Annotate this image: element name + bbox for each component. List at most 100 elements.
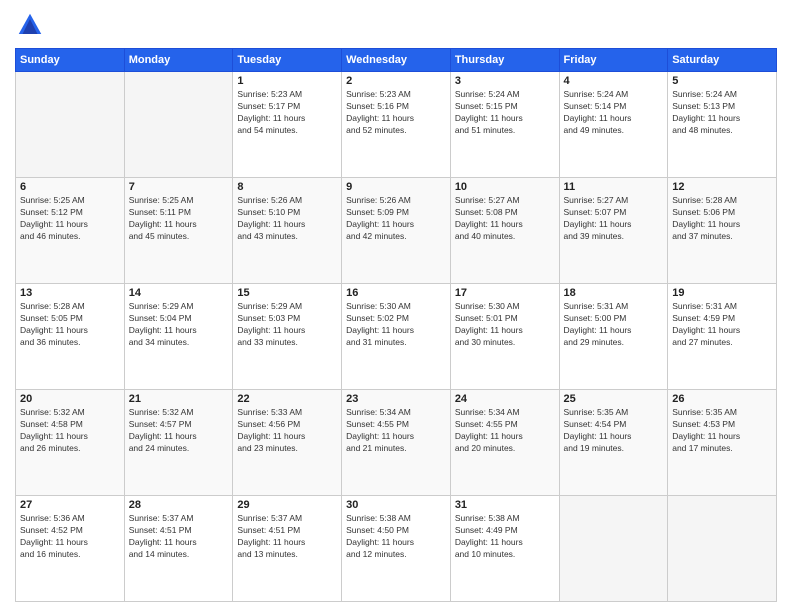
calendar-cell: 31 Sunrise: 5:38 AM Sunset: 4:49 PM Dayli… (450, 496, 559, 602)
page: SundayMondayTuesdayWednesdayThursdayFrid… (0, 0, 792, 612)
calendar-cell: 12 Sunrise: 5:28 AM Sunset: 5:06 PM Dayli… (668, 178, 777, 284)
weekday-header: Sunday (16, 49, 125, 72)
calendar-cell: 11 Sunrise: 5:27 AM Sunset: 5:07 PM Dayli… (559, 178, 668, 284)
calendar-week: 27 Sunrise: 5:36 AM Sunset: 4:52 PM Dayli… (16, 496, 777, 602)
calendar-week: 6Sunrise: 5:25 AM Sunset: 5:12 PM Daylig… (16, 178, 777, 284)
calendar-cell: 13 Sunrise: 5:28 AM Sunset: 5:05 PM Dayli… (16, 284, 125, 390)
day-number: 16 (346, 287, 446, 299)
day-number: 14 (129, 287, 229, 299)
day-number: 15 (237, 287, 337, 299)
calendar-cell: 27 Sunrise: 5:36 AM Sunset: 4:52 PM Dayli… (16, 496, 125, 602)
day-info: Sunrise: 5:25 AM Sunset: 5:11 PM Dayligh… (129, 195, 229, 243)
day-number: 11 (564, 181, 664, 193)
calendar-cell: 7 Sunrise: 5:25 AM Sunset: 5:11 PM Daylig… (124, 178, 233, 284)
calendar-cell: 8 Sunrise: 5:26 AM Sunset: 5:10 PM Daylig… (233, 178, 342, 284)
day-number: 18 (564, 287, 664, 299)
logo (15, 10, 49, 40)
weekday-header: Thursday (450, 49, 559, 72)
weekday-header: Wednesday (342, 49, 451, 72)
calendar-cell: 17 Sunrise: 5:30 AM Sunset: 5:01 PM Dayli… (450, 284, 559, 390)
logo-icon (15, 10, 45, 40)
calendar-cell: 18 Sunrise: 5:31 AM Sunset: 5:00 PM Dayli… (559, 284, 668, 390)
calendar-cell: 24Sunrise: 5:34 AM Sunset: 4:55 PM Dayli… (450, 390, 559, 496)
calendar-cell: 4 Sunrise: 5:24 AM Sunset: 5:14 PM Daylig… (559, 72, 668, 178)
day-info: Sunrise: 5:34 AM Sunset: 4:55 PM Dayligh… (346, 407, 446, 455)
header-row: SundayMondayTuesdayWednesdayThursdayFrid… (16, 49, 777, 72)
day-number: 21 (129, 393, 229, 405)
weekday-header: Friday (559, 49, 668, 72)
day-info: Sunrise: 5:24 AM Sunset: 5:15 PM Dayligh… (455, 89, 555, 137)
day-number: 10 (455, 181, 555, 193)
calendar-cell: 30 Sunrise: 5:38 AM Sunset: 4:50 PM Dayli… (342, 496, 451, 602)
day-info: Sunrise: 5:35 AM Sunset: 4:53 PM Dayligh… (672, 407, 772, 455)
day-info: Sunrise: 5:24 AM Sunset: 5:13 PM Dayligh… (672, 89, 772, 137)
day-info: Sunrise: 5:30 AM Sunset: 5:01 PM Dayligh… (455, 301, 555, 349)
day-number: 17 (455, 287, 555, 299)
day-number: 27 (20, 499, 120, 511)
calendar-cell: 15 Sunrise: 5:29 AM Sunset: 5:03 PM Dayli… (233, 284, 342, 390)
calendar-cell: 20 Sunrise: 5:32 AM Sunset: 4:58 PM Dayli… (16, 390, 125, 496)
calendar-cell: 16Sunrise: 5:30 AM Sunset: 5:02 PM Dayli… (342, 284, 451, 390)
calendar-cell: 28Sunrise: 5:37 AM Sunset: 4:51 PM Dayli… (124, 496, 233, 602)
calendar-cell: 6Sunrise: 5:25 AM Sunset: 5:12 PM Daylig… (16, 178, 125, 284)
day-number: 12 (672, 181, 772, 193)
calendar-cell: 14 Sunrise: 5:29 AM Sunset: 5:04 PM Dayli… (124, 284, 233, 390)
day-number: 9 (346, 181, 446, 193)
day-info: Sunrise: 5:32 AM Sunset: 4:57 PM Dayligh… (129, 407, 229, 455)
day-number: 1 (237, 75, 337, 87)
calendar-cell: 22 Sunrise: 5:33 AM Sunset: 4:56 PM Dayli… (233, 390, 342, 496)
calendar-cell: 10Sunrise: 5:27 AM Sunset: 5:08 PM Dayli… (450, 178, 559, 284)
calendar-cell: 19 Sunrise: 5:31 AM Sunset: 4:59 PM Dayli… (668, 284, 777, 390)
calendar-cell (668, 496, 777, 602)
day-info: Sunrise: 5:37 AM Sunset: 4:51 PM Dayligh… (237, 513, 337, 561)
calendar-cell: 5 Sunrise: 5:24 AM Sunset: 5:13 PM Daylig… (668, 72, 777, 178)
day-number: 7 (129, 181, 229, 193)
calendar-cell (559, 496, 668, 602)
day-info: Sunrise: 5:35 AM Sunset: 4:54 PM Dayligh… (564, 407, 664, 455)
day-info: Sunrise: 5:29 AM Sunset: 5:04 PM Dayligh… (129, 301, 229, 349)
day-info: Sunrise: 5:26 AM Sunset: 5:09 PM Dayligh… (346, 195, 446, 243)
calendar-cell (124, 72, 233, 178)
day-number: 8 (237, 181, 337, 193)
day-number: 24 (455, 393, 555, 405)
day-number: 5 (672, 75, 772, 87)
day-number: 22 (237, 393, 337, 405)
day-info: Sunrise: 5:31 AM Sunset: 5:00 PM Dayligh… (564, 301, 664, 349)
day-info: Sunrise: 5:38 AM Sunset: 4:50 PM Dayligh… (346, 513, 446, 561)
day-info: Sunrise: 5:29 AM Sunset: 5:03 PM Dayligh… (237, 301, 337, 349)
calendar-cell: 3 Sunrise: 5:24 AM Sunset: 5:15 PM Daylig… (450, 72, 559, 178)
day-info: Sunrise: 5:27 AM Sunset: 5:07 PM Dayligh… (564, 195, 664, 243)
day-number: 20 (20, 393, 120, 405)
day-info: Sunrise: 5:38 AM Sunset: 4:49 PM Dayligh… (455, 513, 555, 561)
day-number: 23 (346, 393, 446, 405)
day-number: 2 (346, 75, 446, 87)
day-number: 3 (455, 75, 555, 87)
calendar-cell: 1 Sunrise: 5:23 AM Sunset: 5:17 PM Daylig… (233, 72, 342, 178)
day-info: Sunrise: 5:26 AM Sunset: 5:10 PM Dayligh… (237, 195, 337, 243)
calendar-cell: 21 Sunrise: 5:32 AM Sunset: 4:57 PM Dayli… (124, 390, 233, 496)
day-info: Sunrise: 5:31 AM Sunset: 4:59 PM Dayligh… (672, 301, 772, 349)
day-number: 19 (672, 287, 772, 299)
day-info: Sunrise: 5:36 AM Sunset: 4:52 PM Dayligh… (20, 513, 120, 561)
day-info: Sunrise: 5:25 AM Sunset: 5:12 PM Dayligh… (20, 195, 120, 243)
day-info: Sunrise: 5:28 AM Sunset: 5:06 PM Dayligh… (672, 195, 772, 243)
day-info: Sunrise: 5:23 AM Sunset: 5:16 PM Dayligh… (346, 89, 446, 137)
calendar-cell: 29Sunrise: 5:37 AM Sunset: 4:51 PM Dayli… (233, 496, 342, 602)
day-info: Sunrise: 5:28 AM Sunset: 5:05 PM Dayligh… (20, 301, 120, 349)
day-info: Sunrise: 5:32 AM Sunset: 4:58 PM Dayligh… (20, 407, 120, 455)
weekday-header: Monday (124, 49, 233, 72)
weekday-header: Tuesday (233, 49, 342, 72)
day-info: Sunrise: 5:23 AM Sunset: 5:17 PM Dayligh… (237, 89, 337, 137)
day-number: 26 (672, 393, 772, 405)
day-number: 13 (20, 287, 120, 299)
calendar-cell: 23 Sunrise: 5:34 AM Sunset: 4:55 PM Dayli… (342, 390, 451, 496)
day-info: Sunrise: 5:24 AM Sunset: 5:14 PM Dayligh… (564, 89, 664, 137)
day-info: Sunrise: 5:33 AM Sunset: 4:56 PM Dayligh… (237, 407, 337, 455)
day-number: 30 (346, 499, 446, 511)
calendar-cell: 9 Sunrise: 5:26 AM Sunset: 5:09 PM Daylig… (342, 178, 451, 284)
header (15, 10, 777, 40)
day-number: 31 (455, 499, 555, 511)
calendar-table: SundayMondayTuesdayWednesdayThursdayFrid… (15, 48, 777, 602)
day-number: 4 (564, 75, 664, 87)
calendar-cell: 2 Sunrise: 5:23 AM Sunset: 5:16 PM Daylig… (342, 72, 451, 178)
